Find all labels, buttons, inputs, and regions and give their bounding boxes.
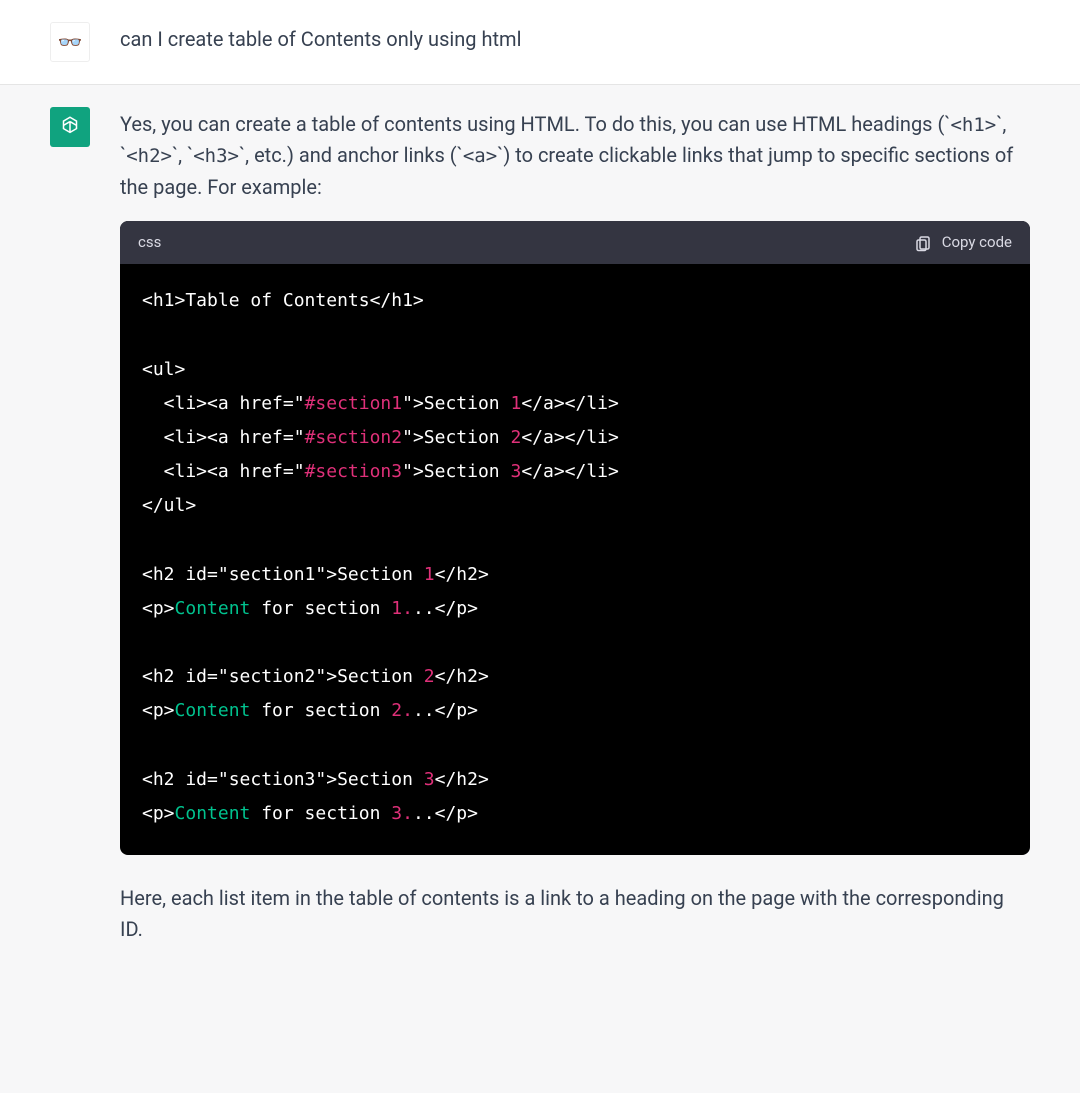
clipboard-icon xyxy=(914,234,932,252)
inline-code: <a> xyxy=(463,145,497,167)
copy-code-button[interactable]: Copy code xyxy=(914,231,1012,254)
code-block: css Copy code <h1>Table of Contents</h1>… xyxy=(120,221,1030,855)
assistant-outro: Here, each list item in the table of con… xyxy=(120,883,1030,945)
assistant-message: Yes, you can create a table of contents … xyxy=(0,85,1080,983)
openai-logo-icon xyxy=(57,114,83,140)
code-content[interactable]: <h1>Table of Contents</h1> <ul> <li><a h… xyxy=(120,264,1030,855)
assistant-avatar xyxy=(50,107,90,147)
inline-code: <h3> xyxy=(193,145,239,167)
assistant-text: Yes, you can create a table of contents … xyxy=(120,107,1030,961)
code-header: css Copy code xyxy=(120,221,1030,264)
user-message: 👓 can I create table of Contents only us… xyxy=(0,0,1080,85)
copy-code-label: Copy code xyxy=(942,231,1012,254)
user-text: can I create table of Contents only usin… xyxy=(120,22,1030,62)
inline-code: <h2> xyxy=(126,145,172,167)
glasses-icon: 👓 xyxy=(58,30,83,54)
code-language-label: css xyxy=(138,231,161,254)
user-avatar: 👓 xyxy=(50,22,90,62)
assistant-intro: Yes, you can create a table of contents … xyxy=(120,109,1030,203)
inline-code: <h1> xyxy=(950,114,996,136)
